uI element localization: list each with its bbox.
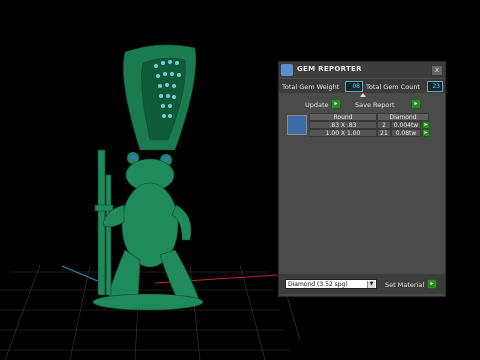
table-row-1-size: .83 X .83 <box>309 121 377 129</box>
gem-reporter-panel: GEM REPORTER x Total Gem Weight 08 Total… <box>278 61 446 297</box>
table-row-1-select-button[interactable]: ▸ <box>422 121 430 129</box>
save-report-button[interactable]: ▸ <box>411 99 421 109</box>
material-dropdown-value: Diamond (3.52 spg) <box>288 281 348 288</box>
chevron-down-icon[interactable]: ▼ <box>367 281 375 288</box>
panel-title: GEM REPORTER <box>297 65 362 73</box>
total-gem-count-field[interactable]: 23 <box>427 81 443 92</box>
set-material-button[interactable]: ▸ <box>427 279 437 289</box>
material-dropdown[interactable]: Diamond (3.52 spg) ▼ <box>285 279 377 289</box>
collapse-arrow-icon[interactable] <box>360 93 366 97</box>
update-button[interactable]: ▸ <box>331 99 341 109</box>
table-row-2-size: 1.00 X 1.00 <box>309 129 377 137</box>
table-row-2-weight: 0.08tw <box>391 129 421 137</box>
table-row-1-count: 2 <box>377 121 391 129</box>
gem-table: Round Diamond .83 X .83 2 0.004tw ▸ 1.00… <box>285 113 439 143</box>
floor-grid <box>0 264 301 360</box>
table-row-1-weight: 0.004tw <box>391 121 421 129</box>
close-button[interactable]: x <box>431 65 443 76</box>
save-report-label: Save Report <box>355 101 395 109</box>
material-bar: Diamond (3.52 spg) ▼ Set Material ▸ <box>279 274 445 294</box>
gem-reporter-icon <box>281 64 293 76</box>
update-label: Update <box>305 101 329 109</box>
table-row-2-count: 21 <box>377 129 391 137</box>
table-header-shape: Round <box>309 113 377 121</box>
totals-row: Total Gem Weight 08 Total Gem Count 23 <box>279 79 445 93</box>
left-eye-gem <box>130 154 136 160</box>
right-eye-gem <box>163 156 169 162</box>
total-gem-count-label: Total Gem Count <box>366 83 420 91</box>
total-gem-weight-field[interactable]: 08 <box>345 81 363 92</box>
table-header-material: Diamond <box>377 113 429 121</box>
table-row-2-select-button[interactable]: ▸ <box>422 129 430 137</box>
panel-titlebar[interactable]: GEM REPORTER x <box>279 62 445 78</box>
round-gem-thumbnail-icon <box>287 115 307 135</box>
frog-pendant-model[interactable] <box>92 44 204 311</box>
total-gem-weight-label: Total Gem Weight <box>282 83 340 91</box>
set-material-label: Set Material <box>385 281 425 289</box>
y-axis <box>61 265 101 283</box>
